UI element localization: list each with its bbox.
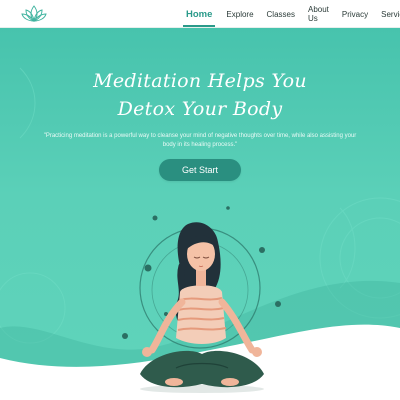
nav-link-privacy[interactable]: Privacy: [342, 0, 368, 28]
nav-link-home[interactable]: Home: [182, 0, 216, 28]
lotus-logo-icon[interactable]: [20, 2, 48, 26]
nav-links: Home Explore Classes About Us Privacy Se…: [182, 0, 400, 28]
nav-link-classes[interactable]: Classes: [267, 0, 295, 28]
nav-link-about-us[interactable]: About Us: [308, 0, 329, 28]
nav-link-services[interactable]: Services: [381, 0, 400, 28]
meditating-woman-illustration: [122, 206, 281, 393]
top-navbar: Home Explore Classes About Us Privacy Se…: [0, 0, 400, 28]
nav-link-explore[interactable]: Explore: [226, 0, 253, 28]
hero-section: Meditation Helps You Detox Your Body "Pr…: [0, 28, 400, 400]
